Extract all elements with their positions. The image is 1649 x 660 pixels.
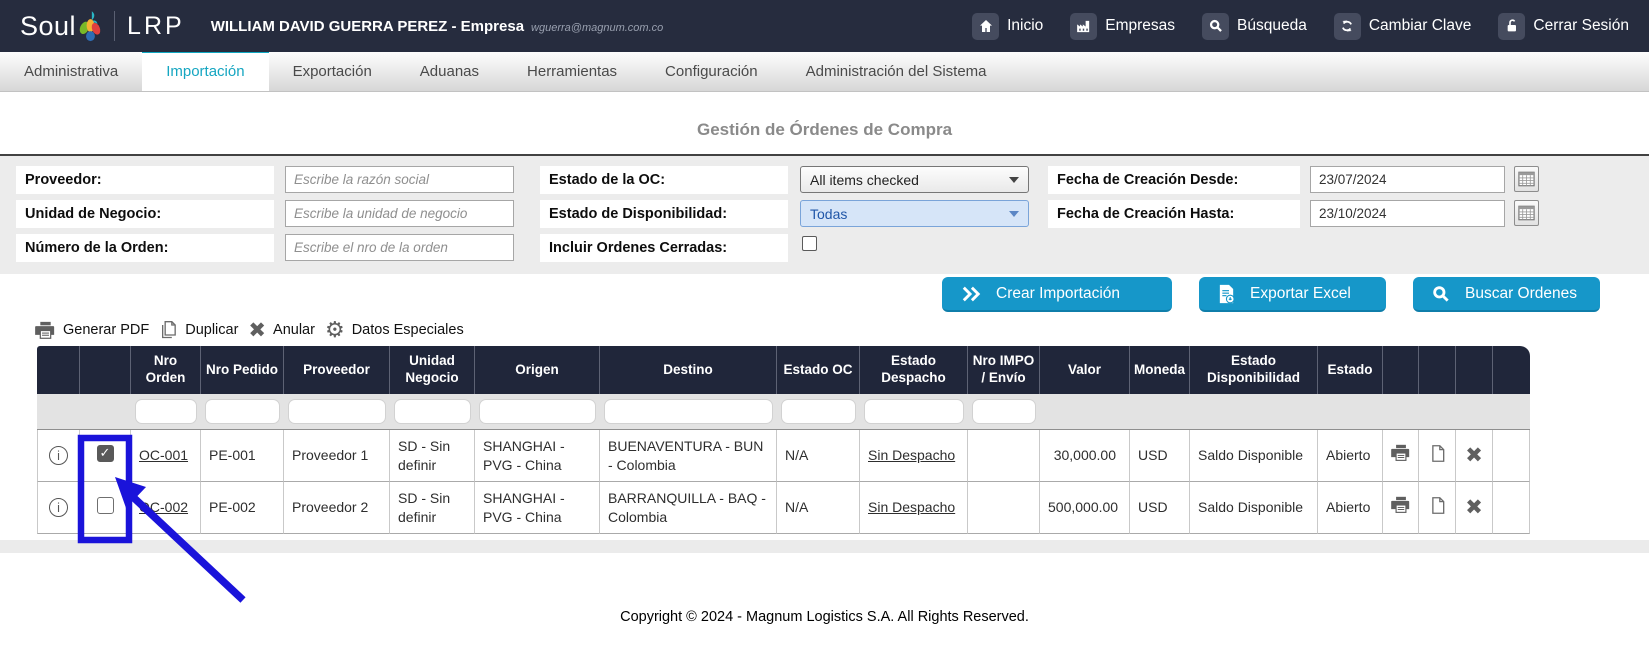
padlock-icon xyxy=(1498,13,1525,40)
factory-icon xyxy=(1070,13,1097,40)
brand-soul-text: Soul xyxy=(20,11,76,42)
label-estado-oc: Estado de la OC: xyxy=(540,166,788,194)
table-row: OC-001 PE-001 Proveedor 1 SD - Sin defin… xyxy=(37,430,1530,482)
filter-unidad-negocio-input[interactable] xyxy=(394,399,471,424)
label-fecha-desde: Fecha de Creación Desde: xyxy=(1048,166,1300,194)
filter-estado-despacho-input[interactable] xyxy=(864,399,964,424)
calendar-hasta-button[interactable] xyxy=(1514,200,1539,226)
soul-flame-logo-icon xyxy=(78,10,102,42)
label-estado-disponibilidad: Estado de Disponibilidad: xyxy=(540,200,788,228)
brand-divider xyxy=(114,11,115,41)
duplicate-row-icon[interactable] xyxy=(1429,496,1446,515)
chevron-down-icon xyxy=(1009,211,1019,217)
nav-item-busqueda[interactable]: Búsqueda xyxy=(1202,13,1307,40)
estado-oc-select[interactable]: All items checked xyxy=(800,166,1029,193)
top-bar: Soul LRP WILLIAM DAVID GUERRA PEREZ - Em… xyxy=(0,0,1649,52)
tab-configuracion[interactable]: Configuración xyxy=(641,52,782,91)
calendar-icon xyxy=(1518,171,1535,187)
double-chevron-icon xyxy=(960,285,982,303)
filter-nro-impo-input[interactable] xyxy=(972,399,1036,424)
filter-origen-input[interactable] xyxy=(479,399,596,424)
module-tab-bar: Administrativa Importación Exportación A… xyxy=(0,52,1649,92)
table-row: OC-002 PE-002 Proveedor 2 SD - Sin defin… xyxy=(37,482,1530,534)
tab-administrativa[interactable]: Administrativa xyxy=(0,52,142,91)
row-checkbox[interactable] xyxy=(97,497,114,514)
gear-icon: ⚙ xyxy=(325,319,345,341)
home-icon xyxy=(972,13,999,40)
order-link[interactable]: OC-001 xyxy=(139,447,188,463)
nav-item-cambiar-clave[interactable]: Cambiar Clave xyxy=(1334,13,1472,40)
user-name: WILLIAM DAVID GUERRA PEREZ - Empresa xyxy=(211,18,524,35)
estado-disponibilidad-select[interactable]: Todas xyxy=(800,200,1029,227)
order-link[interactable]: OC-002 xyxy=(139,499,188,515)
label-unidad-negocio: Unidad de Negocio: xyxy=(16,200,274,228)
x-icon: ✖ xyxy=(248,320,266,341)
fecha-desde-input[interactable] xyxy=(1310,166,1505,193)
tab-importacion[interactable]: Importación xyxy=(142,48,268,91)
page-title: Gestión de Órdenes de Compra xyxy=(0,92,1649,140)
table-bottom-strip xyxy=(0,540,1649,553)
printer-icon xyxy=(35,321,56,340)
fecha-hasta-input[interactable] xyxy=(1310,200,1505,227)
label-proveedor: Proveedor: xyxy=(16,166,274,194)
duplicar-tool[interactable]: Duplicar xyxy=(159,320,238,340)
label-numero-orden: Número de la Orden: xyxy=(16,234,274,262)
info-icon[interactable] xyxy=(49,446,68,465)
label-incluir-cerradas: Incluir Ordenes Cerradas: xyxy=(540,234,788,262)
calendar-icon xyxy=(1518,205,1535,221)
refresh-icon xyxy=(1334,13,1361,40)
proveedor-input[interactable] xyxy=(285,166,514,193)
brand: Soul LRP xyxy=(20,10,185,42)
info-icon[interactable] xyxy=(49,498,68,517)
crear-importacion-button[interactable]: Crear Importación xyxy=(942,277,1172,312)
copy-icon xyxy=(159,320,178,340)
user-info: WILLIAM DAVID GUERRA PEREZ - Empresa wgu… xyxy=(211,18,664,35)
filter-destino-input[interactable] xyxy=(604,399,773,424)
cancel-row-icon[interactable]: ✖ xyxy=(1465,497,1483,518)
column-filter-row xyxy=(37,394,1530,430)
nav-item-inicio[interactable]: Inicio xyxy=(972,13,1043,40)
chevron-down-icon xyxy=(1009,177,1019,183)
label-fecha-hasta: Fecha de Creación Hasta: xyxy=(1048,200,1300,228)
datos-especiales-tool[interactable]: ⚙ Datos Especiales xyxy=(325,319,464,341)
tab-exportacion[interactable]: Exportación xyxy=(269,52,396,91)
unidad-negocio-input[interactable] xyxy=(285,200,514,227)
despacho-link[interactable]: Sin Despacho xyxy=(868,447,955,463)
numero-orden-input[interactable] xyxy=(285,234,514,261)
grid-toolbar: Generar PDF Duplicar ✖ Anular ⚙ Datos Es… xyxy=(35,319,1649,341)
excel-export-icon xyxy=(1217,284,1236,304)
filter-proveedor-input[interactable] xyxy=(288,399,386,424)
tab-aduanas[interactable]: Aduanas xyxy=(396,52,503,91)
user-email: wguerra@magnum.com.co xyxy=(531,22,663,34)
buscar-ordenes-button[interactable]: Buscar Ordenes xyxy=(1413,277,1600,312)
filter-estado-oc-input[interactable] xyxy=(781,399,856,424)
filter-nro-pedido-input[interactable] xyxy=(205,399,280,424)
despacho-link[interactable]: Sin Despacho xyxy=(868,499,955,515)
calendar-desde-button[interactable] xyxy=(1514,166,1539,192)
table-header-row: Nro Orden Nro Pedido Proveedor Unidad Ne… xyxy=(37,346,1530,394)
top-nav: Inicio Empresas Búsqueda Cambi xyxy=(945,13,1629,40)
duplicate-row-icon[interactable] xyxy=(1429,444,1446,463)
print-row-icon[interactable] xyxy=(1391,496,1411,514)
actions-row: Crear Importación Exportar Excel Buscar … xyxy=(0,277,1600,312)
tab-herramientas[interactable]: Herramientas xyxy=(503,52,641,91)
cancel-row-icon[interactable]: ✖ xyxy=(1465,445,1483,466)
filters-panel: Proveedor: Unidad de Negocio: Número de … xyxy=(0,156,1649,274)
nav-item-cerrar-sesion[interactable]: Cerrar Sesión xyxy=(1498,13,1629,40)
orders-table: Nro Orden Nro Pedido Proveedor Unidad Ne… xyxy=(37,346,1530,534)
nav-item-empresas[interactable]: Empresas xyxy=(1070,13,1175,40)
exportar-excel-button[interactable]: Exportar Excel xyxy=(1199,277,1386,312)
search-icon xyxy=(1202,13,1229,40)
search-icon xyxy=(1431,284,1451,304)
brand-lrp-text: LRP xyxy=(127,12,185,41)
tab-administracion-del-sistema[interactable]: Administración del Sistema xyxy=(782,52,1011,91)
anular-tool[interactable]: ✖ Anular xyxy=(248,320,315,341)
generar-pdf-tool[interactable]: Generar PDF xyxy=(35,321,149,340)
incluir-cerradas-checkbox[interactable] xyxy=(802,236,817,251)
filter-nro-orden-input[interactable] xyxy=(135,399,197,424)
print-row-icon[interactable] xyxy=(1391,444,1411,462)
copyright-footer: Copyright © 2024 - Magnum Logistics S.A.… xyxy=(0,609,1649,625)
row-checkbox[interactable] xyxy=(97,445,114,462)
